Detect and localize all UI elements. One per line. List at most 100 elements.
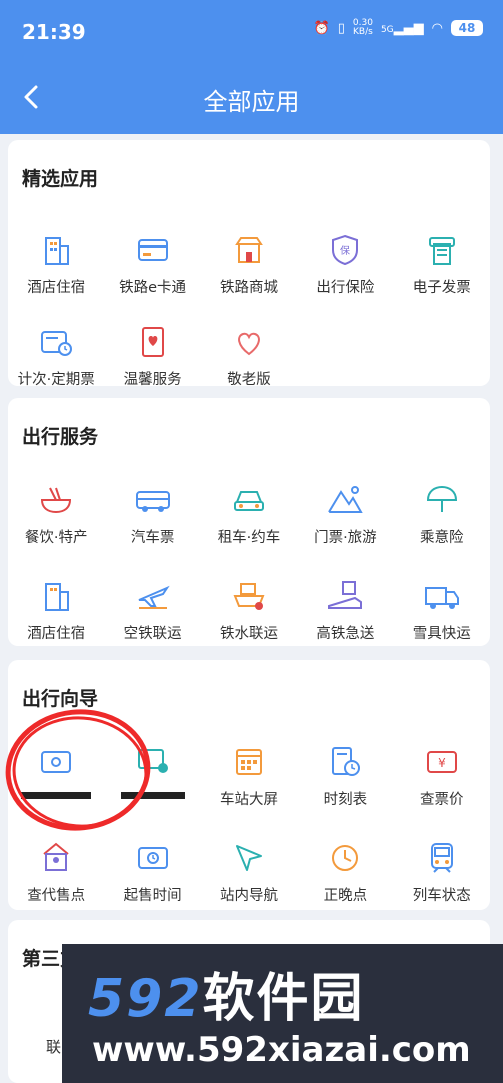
app-label: 查票价 — [420, 792, 464, 808]
price-ticket-icon: ¥ — [426, 751, 457, 773]
app-label: 餐饮·特产 — [24, 530, 88, 546]
app-elderly-mode[interactable]: 敬老版 — [201, 312, 297, 404]
app-hotel-2[interactable]: 酒店住宿 — [8, 566, 104, 662]
clock-icon — [332, 845, 359, 871]
section-travel-guide: 出行向导 车站大屏 时刻表 ¥ 查票价 查代售点 起售时间 站内导航 正晚点 列… — [8, 660, 490, 910]
app-travel-insurance[interactable]: 保 出行保险 — [297, 220, 393, 312]
app-hotel[interactable]: 酒店住宿 — [8, 220, 104, 312]
vibrate-icon: ▯ — [337, 20, 345, 36]
app-agency-points[interactable]: 查代售点 — [8, 828, 104, 924]
ship-icon — [233, 583, 265, 610]
app-label: 时刻表 — [323, 792, 368, 808]
card-icon — [137, 239, 168, 261]
alarm-icon: ⏰ — [313, 20, 330, 36]
nav-bar: 全部应用 — [0, 64, 503, 134]
car-icon — [233, 491, 264, 511]
status-time: 21:39 — [22, 20, 86, 44]
app-car-rental[interactable]: 租车·约车 — [201, 470, 297, 566]
app-label: 酒店住宿 — [27, 626, 86, 642]
heart-card-icon — [141, 327, 164, 357]
app-ride-insurance[interactable]: 乘意险 — [394, 470, 490, 566]
app-railway-ecard[interactable]: 铁路e卡通 — [104, 220, 200, 312]
signal-icon: 5G▂▄▆ — [380, 20, 424, 36]
redacted-label — [21, 792, 92, 799]
app-warm-service[interactable]: 温馨服务 — [104, 312, 200, 404]
watermark-url: www.592xiazai.com — [92, 1030, 471, 1070]
app-e-invoice[interactable]: 电子发票 — [394, 220, 490, 312]
app-tickets-tour[interactable]: 门票·旅游 — [297, 470, 393, 566]
app-grid: 餐饮·特产 汽车票 租车·约车 门票·旅游 乘意险 酒店住宿 空铁联运 铁水联运… — [8, 470, 490, 662]
truck-icon — [424, 587, 459, 609]
heart-icon — [238, 332, 260, 356]
app-label: 汽车票 — [130, 530, 175, 546]
app-label: 车站大屏 — [219, 792, 278, 808]
app-redacted-1[interactable] — [8, 732, 104, 828]
app-label: 酒店住宿 — [27, 280, 86, 296]
svg-text:¥: ¥ — [438, 756, 446, 770]
app-label: 乘意险 — [420, 530, 464, 546]
section-title: 出行服务 — [22, 426, 99, 448]
app-grid: 酒店住宿 铁路e卡通 铁路商城 保 出行保险 电子发票 计次·定期票 温馨服务 — [8, 220, 490, 404]
watermark-logo: 592软件园 — [88, 969, 365, 1029]
hotel-icon — [45, 583, 70, 611]
app-air-rail[interactable]: 空铁联运 — [104, 566, 200, 662]
timetable-icon — [332, 747, 361, 776]
app-label: 正晚点 — [323, 888, 368, 904]
app-food[interactable]: 餐饮·特产 — [8, 470, 104, 566]
app-bus-ticket[interactable]: 汽车票 — [104, 470, 200, 566]
app-label: 敬老版 — [227, 372, 271, 388]
plane-icon — [138, 585, 170, 609]
invoice-icon — [428, 237, 455, 265]
calendar-grid-icon — [235, 749, 262, 775]
app-rail-water[interactable]: 铁水联运 — [201, 566, 297, 662]
shield-icon: 保 — [332, 234, 359, 266]
bus-icon — [135, 491, 170, 512]
noodle-bowl-icon — [41, 487, 72, 514]
app-label: 租车·约车 — [217, 530, 281, 546]
navigation-arrow-icon — [235, 845, 262, 871]
ticket-icon — [41, 751, 72, 773]
ticket-clock-icon — [137, 847, 168, 869]
status-bar: 21:39 ⏰ ▯ 0.30 KB/s 5G▂▄▆ ◠ 48 — [0, 0, 503, 64]
app-ski-shipping[interactable]: 雪具快运 — [394, 566, 490, 662]
app-label[interactable]: 联 — [46, 1036, 61, 1057]
app-sale-time[interactable]: 起售时间 — [104, 828, 200, 924]
app-label: 电子发票 — [412, 280, 471, 296]
app-label: 门票·旅游 — [314, 530, 377, 546]
train-icon — [430, 843, 453, 873]
app-label: 铁路e卡通 — [119, 280, 187, 296]
app-express[interactable]: 高铁急送 — [297, 566, 393, 662]
app-label: 起售时间 — [123, 888, 182, 904]
app-grid: 车站大屏 时刻表 ¥ 查票价 查代售点 起售时间 站内导航 正晚点 列车状态 — [8, 732, 490, 924]
app-redacted-2[interactable] — [104, 732, 200, 828]
section-title: 出行向导 — [22, 688, 99, 710]
battery-level: 48 — [451, 20, 483, 36]
app-railway-mall[interactable]: 铁路商城 — [201, 220, 297, 312]
app-station-nav[interactable]: 站内导航 — [201, 828, 297, 924]
app-ticket-price[interactable]: ¥ 查票价 — [394, 732, 490, 828]
section-title: 精选应用 — [22, 168, 99, 190]
section-featured: 精选应用 酒店住宿 铁路e卡通 铁路商城 保 出行保险 电子发票 计次·定期票 … — [8, 140, 490, 388]
app-on-time[interactable]: 正晚点 — [297, 828, 393, 924]
network-speed: 0.30 KB/s — [352, 18, 373, 37]
section-travel-services: 出行服务 餐饮·特产 汽车票 租车·约车 门票·旅游 乘意险 酒店住宿 空铁联运 — [8, 398, 490, 646]
app-label: 列车状态 — [412, 888, 471, 904]
app-label: 计次·定期票 — [17, 372, 95, 388]
watermark-banner: 592软件园 www.592xiazai.com — [62, 944, 503, 1083]
app-train-status[interactable]: 列车状态 — [394, 828, 490, 924]
app-label: 出行保险 — [316, 280, 375, 296]
umbrella-icon — [426, 485, 457, 512]
hotel-icon — [45, 237, 70, 265]
app-label: 铁水联运 — [219, 626, 278, 642]
app-timetable[interactable]: 时刻表 — [297, 732, 393, 828]
app-label: 雪具快运 — [412, 626, 471, 642]
status-icons: ⏰ ▯ 0.30 KB/s 5G▂▄▆ ◠ 48 — [314, 19, 483, 37]
app-periodic-ticket[interactable]: 计次·定期票 — [8, 312, 104, 404]
redacted-label — [120, 792, 185, 799]
app-station-screen[interactable]: 车站大屏 — [201, 732, 297, 828]
ticket-clock-icon — [41, 331, 73, 356]
app-label: 空铁联运 — [123, 626, 182, 642]
mountain-icon — [328, 486, 364, 513]
app-label: 温馨服务 — [123, 372, 182, 388]
svg-text:保: 保 — [340, 244, 350, 257]
